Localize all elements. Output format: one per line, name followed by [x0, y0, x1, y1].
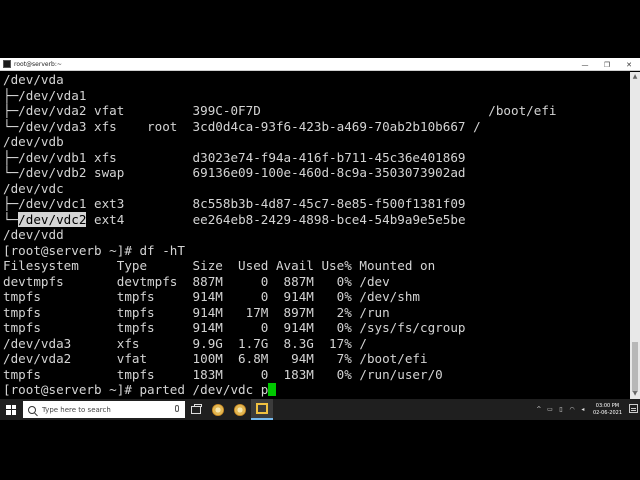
terminal-line: tmpfs tmpfs 914M 17M 897M 2% /run [3, 304, 390, 320]
windows-logo-icon [6, 404, 16, 415]
text-cursor [268, 383, 277, 396]
tree-branch: └─ [3, 211, 19, 227]
terminal-prompt-line[interactable]: [root@serverb ~]# parted /dev/vdc p [3, 382, 277, 397]
terminal-line: [root@serverb ~]# df -hT [3, 242, 185, 258]
taskbar-app-chrome-1[interactable] [207, 399, 229, 420]
system-tray: ^ ▭ ▯ ◠ ◂ 03:00 PM 02-06-2021 [535, 399, 626, 420]
taskbar-search-box[interactable]: Type here to search [23, 401, 185, 418]
terminal-line: tmpfs tmpfs 914M 0 914M 0% /dev/shm [3, 289, 421, 304]
terminal-app-icon [256, 403, 268, 414]
terminal-app-icon [3, 60, 11, 68]
network-icon[interactable]: ▭ [546, 406, 554, 414]
terminal-line: └─/dev/vdb2 swap 69136e09-100e-460d-8c9a… [3, 165, 466, 180]
terminal-line: Filesystem Type Size Used Avail Use% Mou… [3, 258, 436, 273]
minimize-button[interactable]: — [574, 58, 596, 71]
terminal-line: ├─/dev/vdb1 xfs d3023e74-f94a-416f-b711-… [3, 149, 466, 165]
terminal-line: /dev/vdc [3, 180, 64, 196]
battery-icon[interactable]: ▯ [557, 406, 565, 414]
scrollbar-thumb[interactable] [632, 342, 638, 392]
terminal-line-vdc2: └─/dev/vdc2 ext4 ee264eb8-2429-4898-bce4… [3, 211, 466, 227]
tree-rest: ext4 ee264eb8-2429-4898-bce4-54b9a9e5e5b… [86, 211, 466, 227]
clock-date: 02-06-2021 [592, 409, 622, 416]
taskbar-clock[interactable]: 03:00 PM 02-06-2021 [593, 403, 622, 417]
prompt-command: [root@serverb ~]# parted /dev/vdc p [3, 382, 269, 397]
terminal-line: ├─/dev/vda2 vfat 399C-0F7D /boot/efi [3, 103, 557, 118]
terminal-line: tmpfs tmpfs 183M 0 183M 0% /run/user/0 [3, 366, 443, 382]
search-icon [28, 405, 36, 414]
taskbar-app-chrome-2[interactable] [229, 399, 251, 420]
terminal-line: ├─/dev/vdc1 ext3 8c558b3b-4d87-45c7-8e85… [3, 196, 466, 211]
terminal-titlebar[interactable]: root@serverb:~ — ❐ ✕ [0, 58, 640, 71]
wifi-icon[interactable]: ◠ [568, 406, 576, 414]
volume-icon[interactable]: ◂ [579, 406, 587, 414]
start-button[interactable] [0, 399, 22, 420]
windows-taskbar: Type here to search ^ ▭ ▯ ◠ ◂ 03:00 PM 0… [0, 399, 640, 420]
chrome-icon [212, 403, 224, 416]
clock-time: 03:00 PM [595, 402, 620, 409]
scroll-down-icon[interactable]: ▼ [631, 390, 639, 398]
terminal-line: /dev/vdb [3, 134, 64, 149]
task-view-button[interactable] [185, 399, 207, 420]
terminal-line: /dev/vda2 vfat 100M 6.8M 94M 7% /boot/ef… [3, 351, 428, 366]
video-letterbox-bottom [0, 420, 640, 480]
terminal-line: /dev/vdd [3, 227, 64, 242]
terminal-scrollbar[interactable]: ▲ ▼ [630, 72, 640, 399]
terminal-output[interactable]: /dev/vda ├─/dev/vda1 ├─/dev/vda2 vfat 39… [0, 72, 630, 399]
chevron-up-icon[interactable]: ^ [535, 406, 543, 414]
terminal-line: tmpfs tmpfs 914M 0 914M 0% /sys/fs/cgrou… [3, 320, 466, 335]
search-placeholder: Type here to search [42, 405, 111, 414]
terminal-line: /dev/vda3 xfs 9.9G 1.7G 8.3G 17% / [3, 335, 367, 351]
chrome-icon [234, 403, 246, 416]
terminal-line: /dev/vda [3, 72, 64, 87]
terminal-line: └─/dev/vda3 xfs root 3cd0d4ca-93f6-423b-… [3, 118, 481, 134]
window-controls: — ❐ ✕ [574, 58, 640, 71]
scroll-up-icon[interactable]: ▲ [631, 73, 639, 81]
selected-text[interactable]: /dev/vdc2 [18, 211, 87, 227]
terminal-line: devtmpfs devtmpfs 887M 0 887M 0% /dev [3, 273, 390, 289]
terminal-line: ├─/dev/vda1 [3, 87, 87, 103]
task-view-icon [191, 403, 202, 414]
close-button[interactable]: ✕ [618, 58, 640, 71]
video-letterbox-top [0, 0, 640, 58]
maximize-button[interactable]: ❐ [596, 58, 618, 71]
notification-icon[interactable] [629, 404, 638, 413]
window-title: root@serverb:~ [14, 60, 62, 68]
microphone-icon[interactable] [175, 405, 179, 412]
taskbar-app-terminal[interactable] [251, 399, 273, 420]
